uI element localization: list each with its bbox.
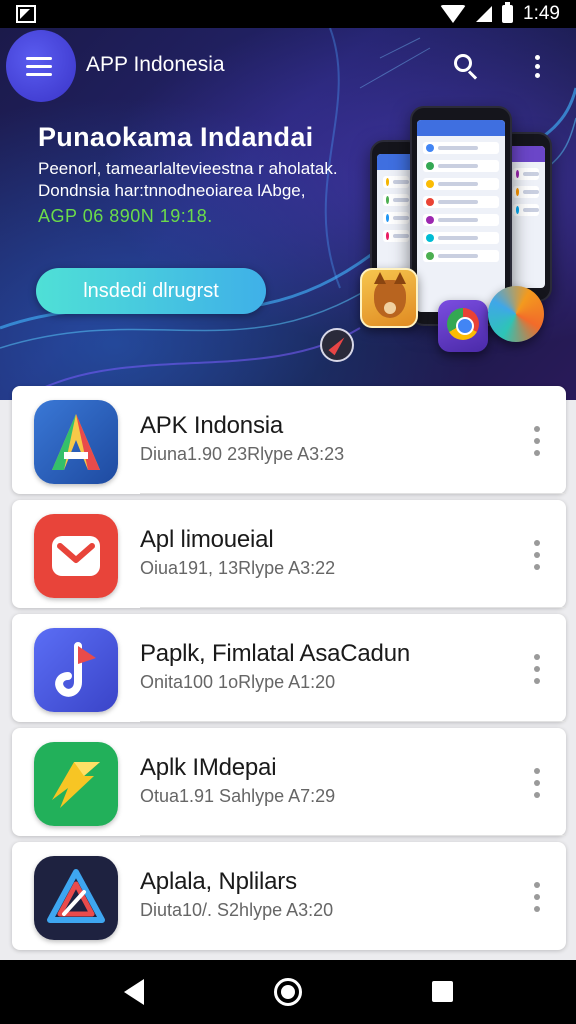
more-options-icon[interactable] [530, 540, 544, 570]
more-vert-icon[interactable] [528, 52, 546, 80]
more-options-icon[interactable] [530, 768, 544, 798]
hero-title: Punaokama Indandai [38, 122, 314, 152]
app-title: APP Indonesia [86, 53, 225, 76]
mail-icon [34, 514, 118, 598]
app-meta: Diuta10/. S2hlype A3:20 [140, 900, 334, 920]
signal-icon [476, 6, 493, 22]
menu-icon[interactable] [6, 30, 76, 102]
list-item[interactable]: Paplk, Fimlatal AsaCadun Onita100 1oRlyp… [12, 614, 566, 722]
hero-description: Peenorl, tamearlaltevieestna r aholatak.… [38, 159, 338, 200]
navigation-bar [0, 960, 576, 1024]
app-name: Aplala, Nplilars [140, 868, 297, 895]
home-icon[interactable] [274, 978, 302, 1006]
more-options-icon[interactable] [530, 654, 544, 684]
list-item[interactable]: Apl limoueial Oiua191, 13Rlype A3:22 [12, 500, 566, 608]
search-icon[interactable] [452, 52, 480, 80]
app-name: Paplk, Fimlatal AsaCadun [140, 640, 411, 667]
browser-app-icon [438, 300, 488, 352]
more-options-icon[interactable] [530, 882, 544, 912]
notification-icon [16, 5, 36, 23]
divider [140, 493, 566, 494]
battery-icon [502, 2, 514, 23]
screen: 1:49 APP Indonesia Punaokama Indandai Pe… [0, 0, 576, 1024]
divider [140, 721, 566, 722]
app-name: Aplk IMdepai [140, 754, 277, 781]
list-item[interactable]: Aplala, Nplilars Diuta10/. S2hlype A3:20 [12, 842, 566, 950]
triangle-logo-icon [34, 856, 118, 940]
music-note-icon [34, 628, 118, 712]
colorful-app-icon [488, 286, 544, 342]
status-bar: 1:49 [0, 0, 576, 28]
hero-cta-button[interactable]: lnsdedi dlrugrst [36, 268, 266, 314]
app-list: APK Indonsia Diuna1.90 23Rlype A3:23 Apl… [0, 386, 576, 960]
divider [140, 607, 566, 608]
divider [140, 835, 566, 836]
more-options-icon[interactable] [530, 426, 544, 456]
app-meta: Diuna1.90 23Rlype A3:23 [140, 444, 345, 464]
recent-apps-icon[interactable] [432, 981, 453, 1002]
app-meta: Otua1.91 Sahlype A7:29 [140, 786, 336, 806]
lightning-icon [34, 742, 118, 826]
app-meta: Oiua191, 13Rlype A3:22 [140, 558, 336, 578]
list-item[interactable]: APK Indonsia Diuna1.90 23Rlype A3:23 [12, 386, 566, 494]
list-item[interactable]: Aplk IMdepai Otua1.91 Sahlype A7:29 [12, 728, 566, 836]
hero-banner[interactable]: APP Indonesia Punaokama Indandai Peenorl… [0, 28, 576, 400]
app-name: Apl limoueial [140, 526, 274, 553]
app-name: APK Indonsia [140, 412, 284, 439]
apk-indonsia-a-icon [34, 400, 118, 484]
dog-app-icon [360, 268, 418, 328]
hero-date: AGP 06 890N 19:18. [38, 206, 213, 226]
wifi-icon [440, 5, 467, 23]
compass-icon [320, 328, 354, 362]
status-time: 1:49 [523, 3, 560, 24]
back-icon[interactable] [124, 979, 144, 1005]
app-meta: Onita100 1oRlype A1:20 [140, 672, 336, 692]
app-bar: APP Indonesia [0, 28, 576, 102]
